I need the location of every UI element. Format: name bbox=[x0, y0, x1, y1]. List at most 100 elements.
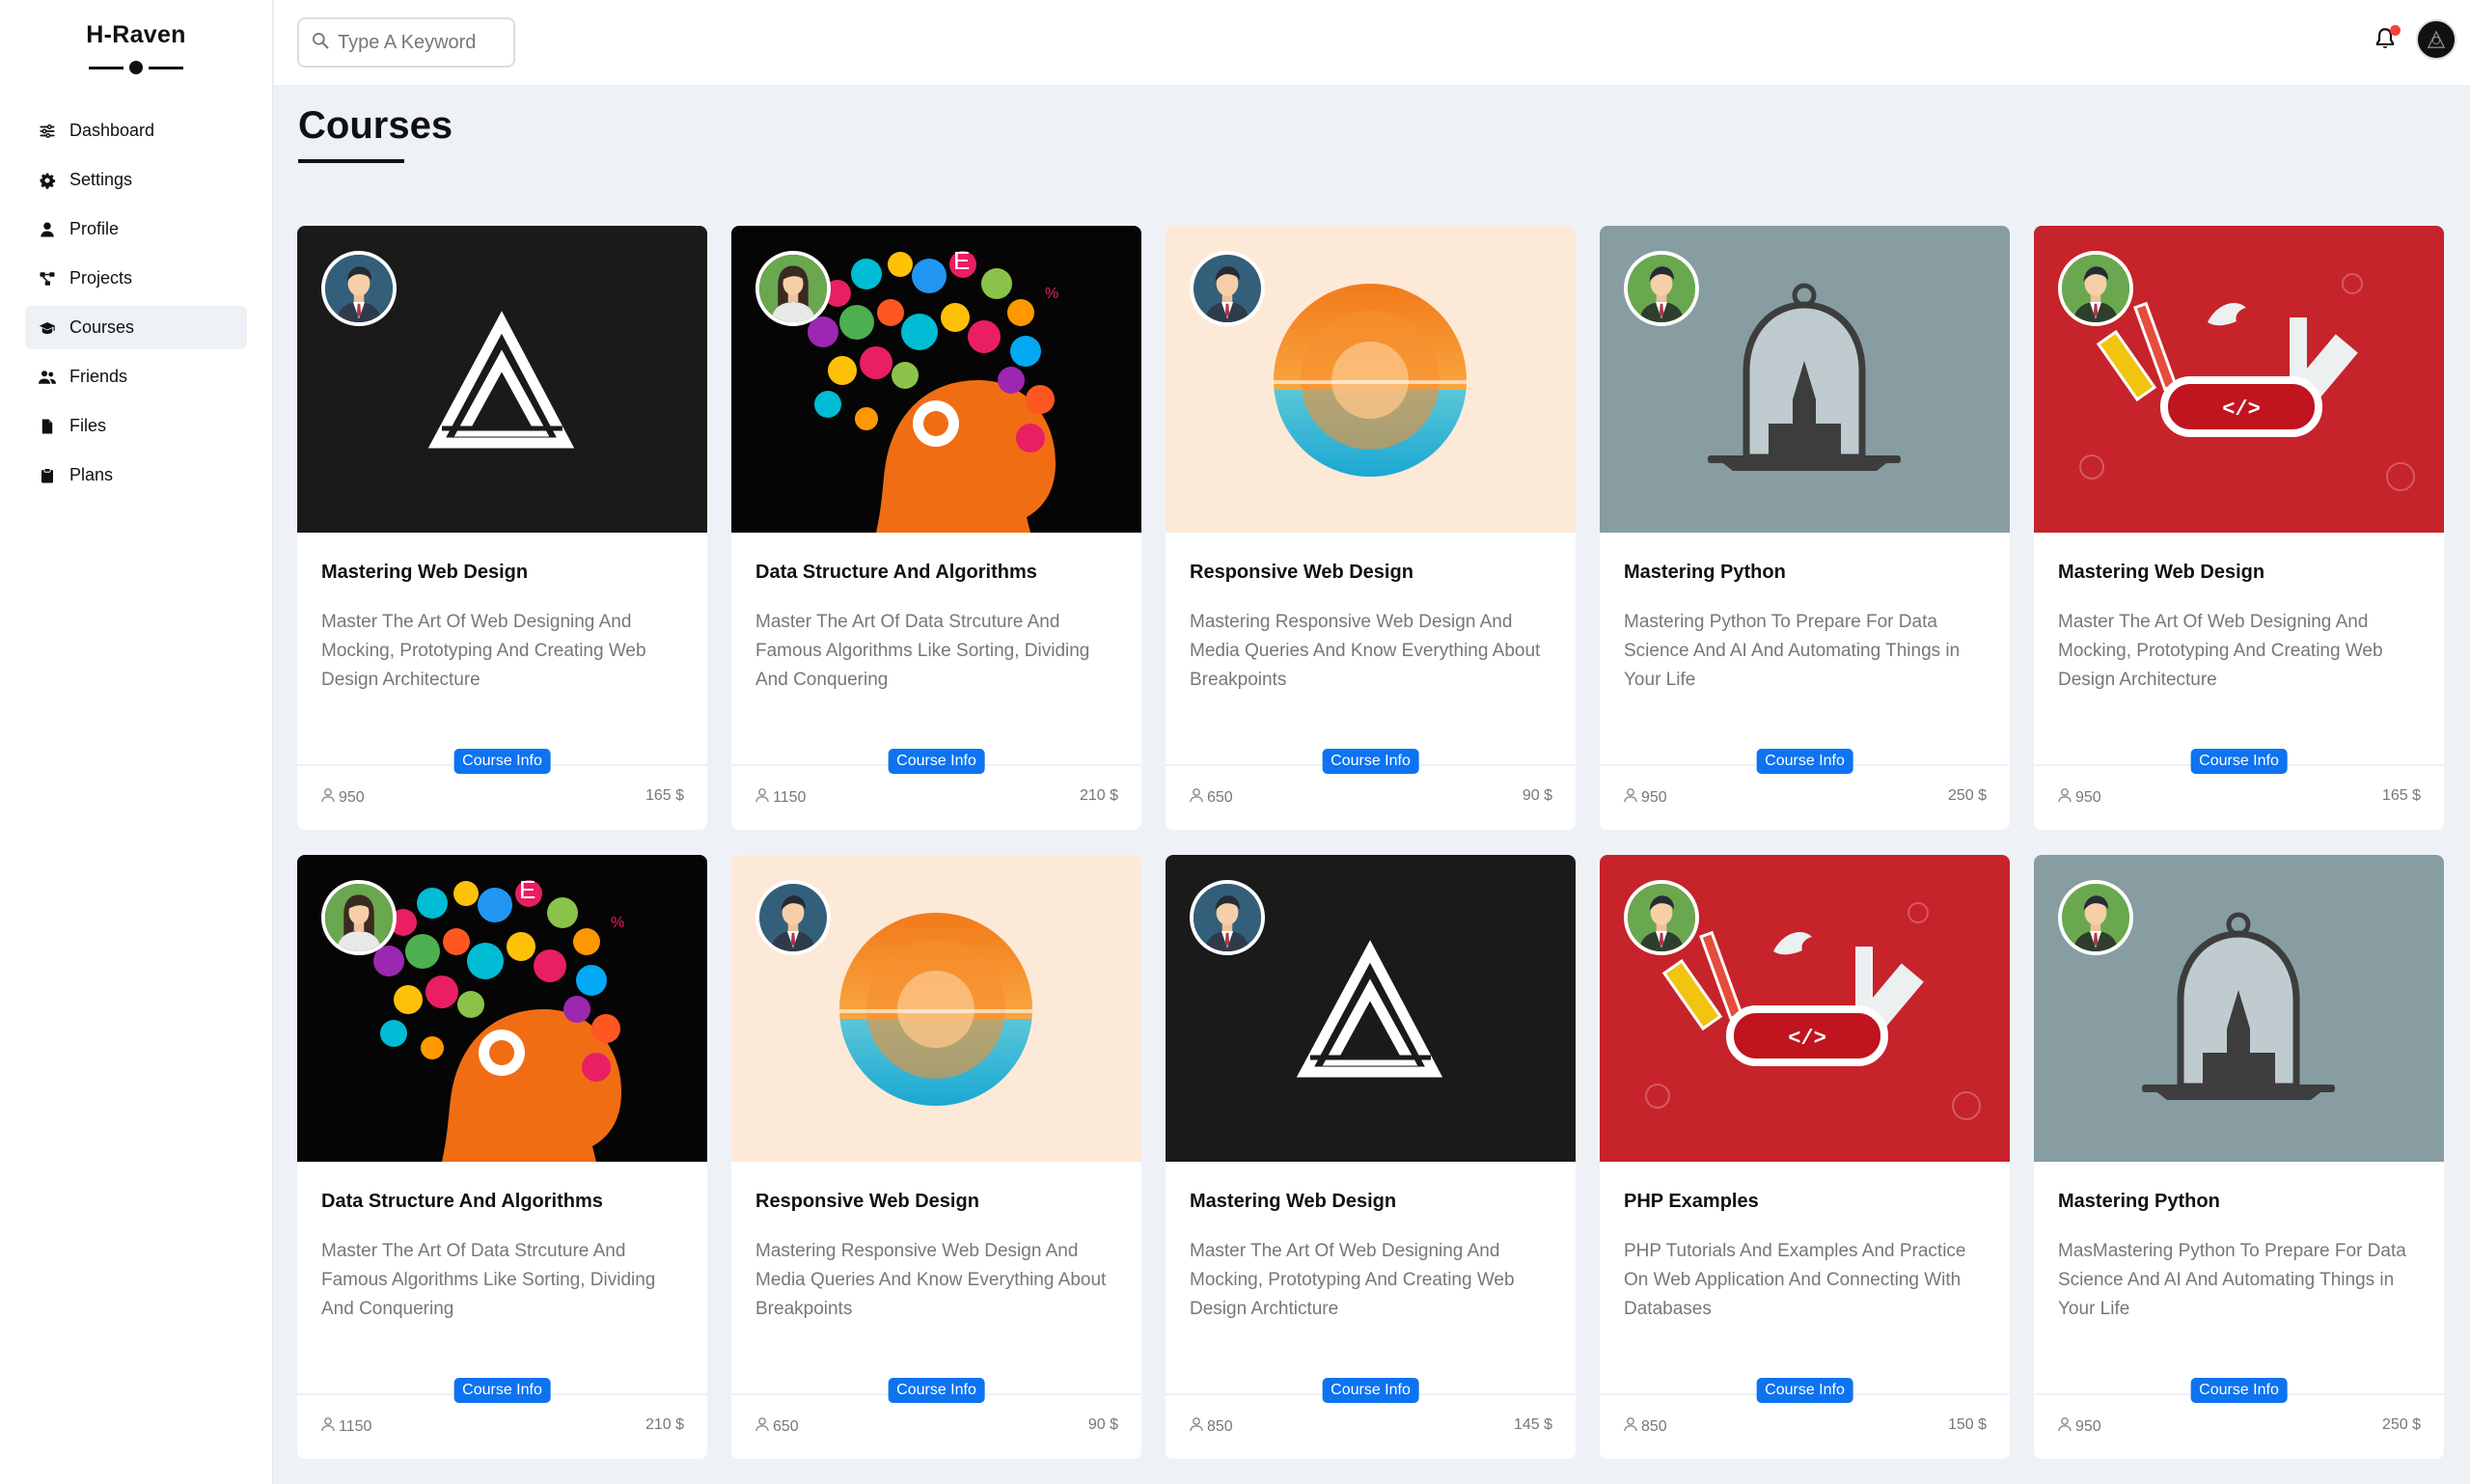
user-icon bbox=[2057, 1416, 2075, 1437]
course-title: Responsive Web Design bbox=[755, 1191, 979, 1212]
course-info-button[interactable]: Course Info bbox=[888, 1378, 985, 1403]
course-card: Responsive Web Design Mastering Responsiv… bbox=[731, 855, 1141, 1459]
sidebar-item-friends[interactable]: Friends bbox=[25, 355, 247, 398]
svg-text:%: % bbox=[1045, 286, 1058, 302]
students-count: 650 bbox=[755, 1416, 799, 1437]
svg-text:E: E bbox=[953, 246, 970, 275]
clipboard-icon bbox=[37, 465, 58, 486]
course-card: Responsive Web Design Mastering Responsiv… bbox=[1166, 226, 1576, 830]
course-thumbnail bbox=[1600, 226, 2010, 533]
sidebar-item-label: Projects bbox=[69, 268, 133, 288]
course-title: Mastering Web Design bbox=[1190, 1191, 1397, 1212]
course-info-button[interactable]: Course Info bbox=[2190, 1378, 2288, 1403]
students-value: 850 bbox=[1641, 1417, 1667, 1435]
course-price: 250 $ bbox=[1947, 787, 1987, 804]
course-price: 250 $ bbox=[2381, 1416, 2421, 1433]
title-underline bbox=[298, 159, 404, 163]
course-title: Mastering Python bbox=[2058, 1191, 2220, 1212]
course-description: Mastering Responsive Web Design And Medi… bbox=[1190, 612, 1541, 690]
sidebar-item-profile[interactable]: Profile bbox=[25, 207, 247, 251]
students-value: 1150 bbox=[339, 1417, 372, 1435]
students-value: 950 bbox=[2075, 788, 2101, 806]
author-avatar bbox=[1190, 251, 1265, 326]
course-info-button[interactable]: Course Info bbox=[453, 749, 551, 774]
course-price: 90 $ bbox=[1522, 787, 1552, 804]
sidebar-item-label: Plans bbox=[69, 465, 114, 484]
sidebar-item-plans[interactable]: Plans bbox=[25, 453, 247, 497]
author-avatar bbox=[321, 251, 397, 326]
course-price: 90 $ bbox=[1087, 1416, 1118, 1433]
notifications-button[interactable] bbox=[2368, 23, 2402, 58]
sidebar-nav: Dashboard Settings Profile Projects Courses F… bbox=[0, 109, 272, 497]
svg-text:%: % bbox=[611, 915, 624, 931]
course-title: Mastering Python bbox=[1624, 562, 1786, 583]
notification-badge bbox=[2390, 25, 2401, 36]
page-title: Courses bbox=[298, 104, 453, 147]
course-info-button[interactable]: Course Info bbox=[1756, 749, 1853, 774]
students-count: 950 bbox=[320, 787, 365, 808]
file-icon bbox=[37, 416, 58, 437]
sidebar-item-courses[interactable]: Courses bbox=[25, 306, 247, 349]
course-info-button[interactable]: Course Info bbox=[1322, 1378, 1419, 1403]
course-info-button[interactable]: Course Info bbox=[1756, 1378, 1853, 1403]
user-icon bbox=[320, 1416, 339, 1437]
graduation-cap-icon bbox=[37, 317, 58, 339]
brand: H-Raven bbox=[0, 0, 272, 74]
sidebar-item-projects[interactable]: Projects bbox=[25, 257, 247, 300]
user-icon bbox=[2057, 787, 2075, 808]
user-avatar[interactable] bbox=[2416, 19, 2456, 60]
course-title: Data Structure And Algorithms bbox=[755, 562, 1037, 583]
course-thumbnail bbox=[1166, 855, 1576, 1162]
students-count: 650 bbox=[1189, 787, 1233, 808]
course-thumbnail bbox=[1166, 226, 1576, 533]
course-title: Mastering Web Design bbox=[321, 562, 529, 583]
user-icon bbox=[755, 787, 773, 808]
course-title: Mastering Web Design bbox=[2058, 562, 2265, 583]
author-avatar bbox=[755, 880, 831, 955]
course-card: </> PHP Examples PHP Tutorials And Example… bbox=[1600, 855, 2010, 1459]
students-value: 650 bbox=[773, 1417, 799, 1435]
svg-text:E: E bbox=[519, 875, 535, 904]
sidebar-item-label: Files bbox=[69, 416, 107, 435]
course-price: 150 $ bbox=[1947, 1416, 1987, 1433]
course-thumbnail: </> bbox=[2034, 226, 2444, 533]
user-icon bbox=[320, 787, 339, 808]
students-count: 950 bbox=[2057, 787, 2101, 808]
sidebar-item-label: Friends bbox=[69, 367, 128, 386]
course-price: 210 $ bbox=[645, 1416, 684, 1433]
brand-title: H-Raven bbox=[86, 21, 186, 48]
students-value: 950 bbox=[339, 788, 365, 806]
sidebar-item-settings[interactable]: Settings bbox=[25, 158, 247, 202]
sidebar-item-dashboard[interactable]: Dashboard bbox=[25, 109, 247, 152]
user-icon bbox=[1623, 787, 1641, 808]
course-description: Mastering Python To Prepare For Data Sci… bbox=[1624, 612, 1961, 690]
course-price: 165 $ bbox=[2381, 787, 2421, 804]
course-description: Master The Art Of Web Designing And Mock… bbox=[321, 612, 646, 690]
course-thumbnail bbox=[2034, 855, 2444, 1162]
svg-text:</>: </> bbox=[2222, 398, 2261, 422]
user-icon bbox=[37, 219, 58, 240]
course-info-button[interactable]: Course Info bbox=[888, 749, 985, 774]
course-description: Mastering Responsive Web Design And Medi… bbox=[755, 1241, 1107, 1319]
search-input[interactable] bbox=[338, 31, 502, 54]
course-description: PHP Tutorials And Examples And Practice … bbox=[1624, 1241, 1966, 1319]
course-description: Master The Art Of Data Strcuture And Fam… bbox=[755, 612, 1090, 690]
students-count: 850 bbox=[1189, 1416, 1233, 1437]
search-icon bbox=[311, 31, 330, 55]
course-info-button[interactable]: Course Info bbox=[2190, 749, 2288, 774]
students-value: 950 bbox=[2075, 1417, 2101, 1435]
course-card: E% Data Structure And Algorithms Master Th… bbox=[297, 855, 707, 1459]
gear-icon bbox=[37, 170, 58, 191]
students-count: 950 bbox=[2057, 1416, 2101, 1437]
course-info-button[interactable]: Course Info bbox=[1322, 749, 1419, 774]
course-price: 165 $ bbox=[645, 787, 684, 804]
top-header bbox=[274, 0, 2470, 85]
sidebar-item-files[interactable]: Files bbox=[25, 404, 247, 448]
course-info-button[interactable]: Course Info bbox=[453, 1378, 551, 1403]
course-card: Mastering Python MasMastering Python To P… bbox=[2034, 855, 2444, 1459]
course-thumbnail: E% bbox=[731, 226, 1141, 533]
sidebar: H-Raven Dashboard Settings Profile Projects… bbox=[0, 0, 273, 1484]
search-box[interactable] bbox=[297, 17, 515, 68]
students-count: 1150 bbox=[320, 1416, 371, 1437]
author-avatar bbox=[1190, 880, 1265, 955]
